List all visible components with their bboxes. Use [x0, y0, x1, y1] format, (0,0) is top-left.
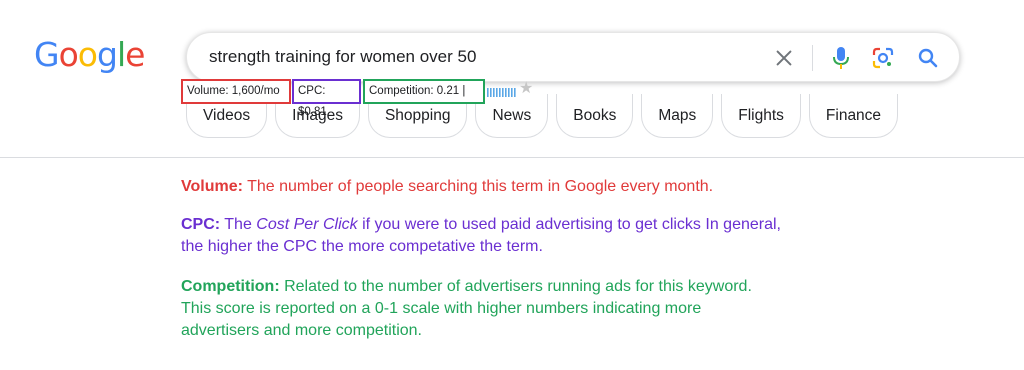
logo-letter: e — [125, 35, 145, 74]
competition-bar-icon — [487, 88, 516, 97]
microphone-icon[interactable] — [830, 45, 852, 71]
logo-letter: o — [77, 35, 98, 74]
competition-bar-tick — [505, 88, 507, 97]
competition-bar-tick — [499, 88, 501, 97]
logo-letter: l — [116, 35, 126, 74]
header-divider — [0, 157, 1024, 158]
legend-competition: Competition: Related to the number of ad… — [181, 276, 781, 342]
cpc-metric: CPC: $0.81 — [292, 79, 361, 118]
legend-cpc-term: CPC: — [181, 216, 221, 233]
legend-cpc-text-a: The — [220, 216, 257, 233]
logo-letter: g — [96, 35, 118, 74]
close-icon[interactable] — [773, 47, 795, 69]
competition-bar-tick — [502, 88, 504, 97]
competition-bar-tick — [508, 88, 510, 97]
competition-bar-tick — [487, 88, 489, 97]
competition-bar-tick — [511, 88, 513, 97]
legend-cpc-italic: Cost Per Click — [256, 216, 358, 233]
google-logo[interactable]: Google — [34, 35, 145, 74]
competition-bar-tick — [490, 88, 492, 97]
chip-news[interactable]: News — [475, 94, 549, 138]
search-box[interactable]: strength training for women over 50 — [186, 32, 960, 82]
competition-bar-tick — [514, 88, 516, 97]
chip-maps[interactable]: Maps — [641, 94, 714, 138]
legend-volume-term: Volume: — [181, 178, 243, 195]
volume-metric: Volume: 1,600/mo — [181, 79, 291, 104]
logo-letter: o — [58, 35, 79, 74]
chip-finance[interactable]: Finance — [808, 94, 899, 138]
competition-bar-tick — [493, 88, 495, 97]
legend-volume-text: The number of people searching this term… — [242, 178, 714, 195]
legend-cpc: CPC: The Cost Per Click if you were to u… — [181, 214, 801, 258]
competition-metric: Competition: 0.21 | — [363, 79, 485, 104]
logo-letter: G — [34, 35, 60, 74]
legend-volume: Volume: The number of people searching t… — [181, 176, 713, 198]
google-lens-icon[interactable] — [871, 46, 895, 70]
search-input[interactable]: strength training for women over 50 — [209, 47, 476, 67]
chip-flights[interactable]: Flights — [721, 94, 801, 138]
star-icon[interactable]: ★ — [519, 81, 533, 97]
legend-competition-term: Competition: — [181, 278, 280, 295]
search-icon[interactable] — [916, 46, 940, 70]
search-divider — [812, 45, 813, 71]
competition-bar-tick — [496, 88, 498, 97]
chip-books[interactable]: Books — [556, 94, 634, 138]
